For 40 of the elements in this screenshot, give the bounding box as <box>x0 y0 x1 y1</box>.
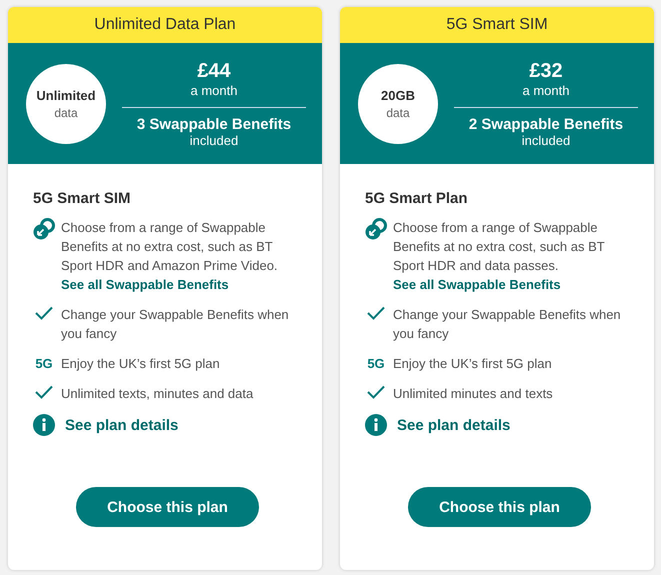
feature-text: Enjoy the UK’s first 5G plan <box>393 355 552 373</box>
benefits-note: included <box>188 132 240 148</box>
choose-plan-button[interactable]: Choose this plan <box>76 487 259 527</box>
plan-details-link[interactable]: See plan details <box>397 416 510 434</box>
swap-arrows-icon <box>33 218 55 240</box>
feature-text: Change your Swappable Benefits when you fancy <box>61 306 290 343</box>
plan-heading: 5G Smart SIM <box>33 190 132 207</box>
allowance-unit: data <box>54 106 78 120</box>
feature-text: Enjoy the UK’s first 5G plan <box>61 355 220 373</box>
price-period: a month <box>190 82 238 98</box>
benefits-count: 2 Swappable Benefits <box>468 116 624 132</box>
plan-title: 5G Smart SIM <box>340 7 654 43</box>
feature-text: Unlimited minutes and texts <box>393 385 553 403</box>
plan-title: Unlimited Data Plan <box>8 7 322 43</box>
price: £32 <box>528 60 564 82</box>
info-icon <box>365 414 387 436</box>
check-icon <box>366 305 386 321</box>
check-icon <box>34 384 54 400</box>
plan-heading: 5G Smart Plan <box>365 190 469 207</box>
badge-label: 5G <box>35 355 53 373</box>
feature-text: Change your Swappable Benefits when you fancy <box>393 306 622 343</box>
check-icon <box>366 384 386 400</box>
benefits-link[interactable]: See all Swappable Benefits <box>393 277 561 292</box>
plan-details-link[interactable]: See plan details <box>65 416 178 434</box>
badge-label: 5G <box>367 355 385 373</box>
price-period: a month <box>522 82 570 98</box>
benefits-count: 3 Swappable Benefits <box>136 116 292 132</box>
info-icon <box>33 414 55 436</box>
feature-text: Unlimited texts, minutes and data <box>61 385 254 403</box>
swap-arrows-icon <box>365 218 387 240</box>
allowance-unit: data <box>386 106 410 120</box>
benefits-link[interactable]: See all Swappable Benefits <box>61 277 229 292</box>
feature-text: Choose from a range of Swappable Benefits at no extra cost, such as BT Sport HDR and data passes. See all Swappable Benefits <box>393 219 606 294</box>
price: £44 <box>196 60 232 82</box>
feature-text: Choose from a range of Swappable Benefits at no extra cost, such as BT Sport HDR and Amazon Prime Video. See all Swappable Benefits <box>61 219 279 294</box>
benefits-note: included <box>520 132 572 148</box>
allowance-amount: Unlimited <box>36 88 96 102</box>
choose-plan-button[interactable]: Choose this plan <box>408 487 591 527</box>
check-icon <box>34 305 54 321</box>
allowance-amount: 20GB <box>381 88 415 102</box>
